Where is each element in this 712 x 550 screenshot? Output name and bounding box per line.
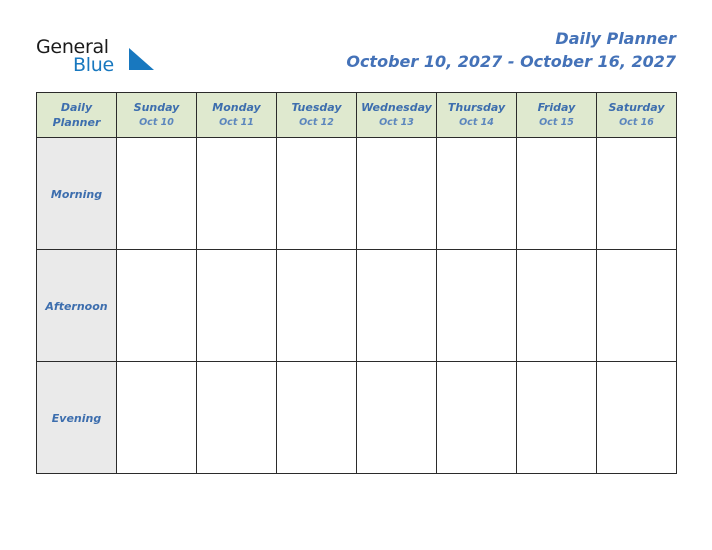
table-header-row: Daily Planner Sunday Oct 10 Monday Oct 1…: [36, 92, 677, 138]
header-day-friday: Friday: [537, 101, 576, 114]
slot-morning-monday[interactable]: [196, 137, 277, 250]
header-date-thursday: Oct 14: [459, 117, 494, 128]
date-range-label: October 10, 2027 - October 16, 2027: [346, 52, 676, 71]
slot-morning-friday[interactable]: [516, 137, 597, 250]
header-date-friday: Oct 15: [539, 117, 574, 128]
header-cell-thursday: Thursday Oct 14: [436, 92, 517, 138]
table-row-afternoon: Afternoon: [36, 249, 677, 362]
planner-page: General Blue Daily Planner October 10, 2…: [0, 0, 712, 550]
rowlabel-afternoon: Afternoon: [36, 249, 117, 362]
header-day-tuesday: Tuesday: [291, 101, 342, 114]
corner-label-line1: Daily: [60, 101, 93, 114]
slot-morning-sunday[interactable]: [116, 137, 197, 250]
slot-afternoon-tuesday[interactable]: [276, 249, 357, 362]
rowlabel-evening: Evening: [36, 361, 117, 474]
slot-afternoon-friday[interactable]: [516, 249, 597, 362]
table-row-morning: Morning: [36, 137, 677, 250]
header-day-sunday: Sunday: [133, 101, 180, 114]
header-cell-monday: Monday Oct 11: [196, 92, 277, 138]
header-date-wednesday: Oct 13: [379, 117, 414, 128]
slot-evening-saturday[interactable]: [596, 361, 677, 474]
header-date-tuesday: Oct 12: [299, 117, 334, 128]
page-title: Daily Planner: [555, 29, 676, 48]
header-cell-friday: Friday Oct 15: [516, 92, 597, 138]
slot-evening-tuesday[interactable]: [276, 361, 357, 474]
slot-morning-saturday[interactable]: [596, 137, 677, 250]
page-header: General Blue Daily Planner October 10, 2…: [36, 28, 676, 82]
general-blue-logo: General Blue: [36, 36, 216, 82]
logo-triangle-icon: [128, 48, 154, 70]
header-day-saturday: Saturday: [608, 101, 665, 114]
rowlabel-afternoon-text: Afternoon: [45, 299, 108, 313]
header-cell-wednesday: Wednesday Oct 13: [356, 92, 437, 138]
rowlabel-morning: Morning: [36, 137, 117, 250]
corner-label-line2: Planner: [52, 116, 101, 129]
slot-afternoon-sunday[interactable]: [116, 249, 197, 362]
header-cell-sunday: Sunday Oct 10: [116, 92, 197, 138]
header-cell-tuesday: Tuesday Oct 12: [276, 92, 357, 138]
slot-evening-thursday[interactable]: [436, 361, 517, 474]
header-date-saturday: Oct 16: [619, 117, 654, 128]
header-date-sunday: Oct 10: [139, 117, 174, 128]
header-day-monday: Monday: [212, 101, 261, 114]
slot-afternoon-monday[interactable]: [196, 249, 277, 362]
daily-planner-table: Daily Planner Sunday Oct 10 Monday Oct 1…: [36, 92, 677, 474]
header-day-thursday: Thursday: [447, 101, 506, 114]
header-cell-saturday: Saturday Oct 16: [596, 92, 677, 138]
slot-afternoon-thursday[interactable]: [436, 249, 517, 362]
slot-evening-friday[interactable]: [516, 361, 597, 474]
slot-morning-wednesday[interactable]: [356, 137, 437, 250]
slot-evening-sunday[interactable]: [116, 361, 197, 474]
slot-morning-thursday[interactable]: [436, 137, 517, 250]
header-date-monday: Oct 11: [219, 117, 254, 128]
slot-morning-tuesday[interactable]: [276, 137, 357, 250]
header-day-wednesday: Wednesday: [361, 101, 432, 114]
slot-afternoon-saturday[interactable]: [596, 249, 677, 362]
logo-text-blue: Blue: [73, 54, 114, 76]
rowlabel-evening-text: Evening: [51, 411, 102, 425]
slot-afternoon-wednesday[interactable]: [356, 249, 437, 362]
table-row-evening: Evening: [36, 361, 677, 474]
title-block: Daily Planner October 10, 2027 - October…: [346, 28, 676, 74]
slot-evening-wednesday[interactable]: [356, 361, 437, 474]
slot-evening-monday[interactable]: [196, 361, 277, 474]
rowlabel-morning-text: Morning: [50, 187, 103, 201]
header-cell-corner: Daily Planner: [36, 92, 117, 138]
